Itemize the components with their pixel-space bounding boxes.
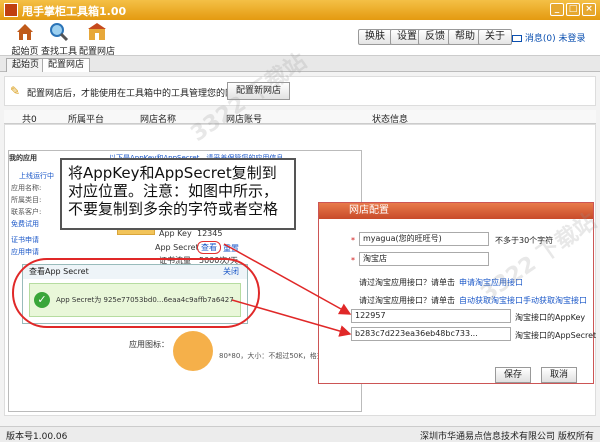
company-text: 深圳市华通易点信息技术有限公司 版权所有: [420, 432, 594, 442]
cancel-button[interactable]: 取消: [541, 367, 578, 383]
shop-config-icon: [88, 23, 106, 40]
shop-name-input[interactable]: myagua(您的旺旺号): [359, 232, 489, 246]
instruction-callout: 将AppKey和AppSecret复制到对应位置。注意：如图中所示，不要复制到多…: [60, 158, 296, 230]
app-icon-image: [173, 331, 213, 371]
required-marker-1: *: [351, 236, 355, 245]
web-sidebar-4: 免费试用: [11, 220, 39, 228]
mail-icon: [512, 35, 522, 42]
tab-home[interactable]: 起始页: [6, 58, 46, 72]
web-sidebar-7: 证书申请: [11, 236, 39, 244]
dialog-header: 网店配置: [319, 203, 593, 219]
dialog-title: 网店配置: [349, 205, 389, 216]
config-shop-button[interactable]: 配置网店: [72, 22, 122, 57]
appkey-label: App Key: [159, 229, 192, 238]
fetch-row-label: 请过淘宝应用接口？请单击: [359, 296, 455, 305]
help-button[interactable]: 帮助: [448, 29, 482, 45]
home-icon: [17, 24, 33, 40]
reset-secret-link[interactable]: 重置: [223, 243, 239, 254]
login-status[interactable]: 未登录: [559, 34, 586, 44]
messages-link[interactable]: 消息(0): [525, 34, 556, 44]
required-marker-2: *: [351, 256, 355, 265]
toolbar: 起始页 查找工具 配置网店 换肤 设置 反馈 帮助 关于 消息(0) 未登录: [0, 20, 600, 57]
title-bar: 甩手掌柜工具箱1.00 _ □ ×: [0, 0, 600, 20]
appkey-field-label: 淘宝接口的AppKey: [515, 313, 586, 322]
platform-input[interactable]: 淘宝店: [359, 252, 489, 266]
app-icon-label: 应用图标：: [129, 340, 169, 349]
web-sidebar-1: 应用名称:: [11, 184, 42, 192]
web-sidebar-0: 上线运行中: [19, 172, 54, 180]
version-text: 版本号1.00.06: [6, 432, 68, 442]
manual-fetch-link[interactable]: 手动获取淘宝接口: [523, 295, 587, 306]
view-secret-link[interactable]: 查看: [197, 241, 221, 254]
skin-button[interactable]: 换肤: [358, 29, 392, 45]
minimize-button[interactable]: _: [550, 3, 564, 16]
about-button[interactable]: 关于: [478, 29, 512, 45]
table-header: 共0 所属平台 网店名称 网店账号 状态信息: [4, 110, 596, 125]
appkey-value: 12345: [197, 229, 223, 238]
message-area: 消息(0) 未登录: [512, 31, 586, 44]
save-button[interactable]: 保存: [495, 367, 532, 383]
web-sidebar-8: 应用申请: [11, 248, 39, 256]
app-icon: [4, 3, 18, 17]
close-button[interactable]: ×: [582, 3, 596, 16]
tab-config-shop[interactable]: 配置网店: [42, 58, 91, 72]
search-icon: [50, 23, 69, 42]
apply-row-label: 请过淘宝应用接口？请单击: [359, 278, 455, 287]
appkey-input[interactable]: 122957: [351, 309, 511, 323]
web-title: 我的应用: [9, 154, 37, 162]
status-bar: 版本号1.00.06 深圳市华通易点信息技术有限公司 版权所有: [0, 426, 600, 442]
info-bar: ✎ 配置网店后，才能使用在工具箱中的工具管理您的网店 配置新网店: [4, 76, 596, 106]
window-title: 甩手掌柜工具箱1.00: [22, 5, 127, 18]
info-text: 配置网店后，才能使用在工具箱中的工具管理您的网店: [27, 89, 244, 99]
appsecret-input[interactable]: b283c7d223ea36eb48bc733...: [351, 327, 511, 341]
hint-icon: ✎: [10, 84, 21, 98]
web-sidebar-3: 联系客户:: [11, 208, 42, 216]
maximize-button[interactable]: □: [566, 3, 580, 16]
highlight-ellipse: [12, 258, 260, 328]
appsecret-label: App Secret: [155, 243, 199, 252]
appsecret-field-label: 淘宝接口的AppSecret: [515, 331, 597, 340]
web-sidebar-2: 所属类目:: [11, 196, 42, 204]
feedback-button[interactable]: 反馈: [418, 29, 452, 45]
